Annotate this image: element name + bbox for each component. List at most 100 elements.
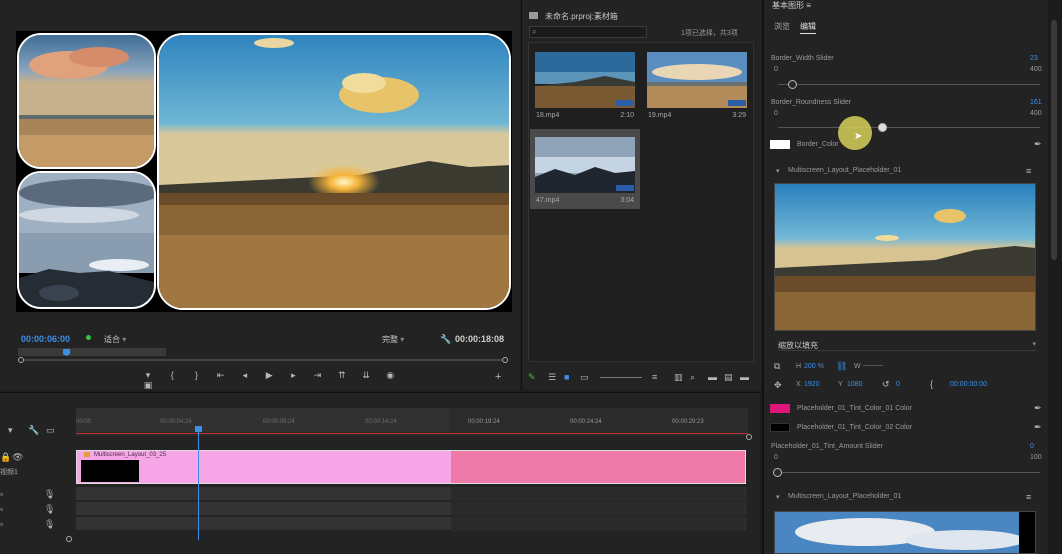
border-width-value[interactable]: 23 <box>1030 55 1038 62</box>
scroll-handle[interactable] <box>746 434 752 440</box>
lift-icon[interactable]: ⇈ <box>334 370 350 380</box>
zoom-slider[interactable] <box>600 377 642 378</box>
placeholder1-title: Multiscreen_Layout_Placeholder_01 <box>788 167 902 174</box>
clip-item-18[interactable]: 18.mp4 2:10 <box>530 44 640 124</box>
playhead-line[interactable] <box>198 428 199 540</box>
audio-track-lock-icon[interactable]: ▫ <box>0 489 3 499</box>
eye-icon[interactable]: 👁 <box>12 452 23 462</box>
eyedropper-icon[interactable]: ✒ <box>1034 139 1042 149</box>
layout-tile-1 <box>17 33 156 169</box>
playhead-handle[interactable] <box>195 426 202 432</box>
menu-icon[interactable]: ≡ <box>1026 492 1031 502</box>
play-icon[interactable]: ▶ <box>261 370 277 380</box>
border-color-swatch[interactable] <box>770 140 790 149</box>
delete-icon[interactable]: ▬ <box>740 372 749 382</box>
audio-track-a3-extent <box>451 517 745 531</box>
w-value-dim[interactable] <box>863 365 883 366</box>
scale-icon: ⧉ <box>774 361 781 371</box>
border-roundness-slider-knob[interactable] <box>877 123 887 132</box>
layout-tile-2 <box>17 171 156 309</box>
step-forward-icon[interactable]: ▸ <box>285 370 301 380</box>
tint-amount-value[interactable]: 0 <box>1030 443 1034 450</box>
mic-icon[interactable]: 🎙 <box>44 489 55 499</box>
marker-icon[interactable]: ▾ <box>140 370 156 380</box>
h-value[interactable]: 200 % <box>804 363 824 370</box>
go-to-in-icon[interactable]: ⇤ <box>213 370 229 380</box>
mouse-cursor-icon: ➤ <box>854 131 863 142</box>
program-scrub-bar[interactable] <box>18 347 508 363</box>
tint-amount-slider-knob[interactable] <box>773 468 782 477</box>
menu-icon[interactable]: ≡ <box>1026 166 1031 176</box>
mic-icon[interactable]: 🎙 <box>44 504 55 514</box>
border-color-label: Border_Color <box>797 141 839 148</box>
wrench-icon[interactable]: 🔧 <box>28 425 39 435</box>
project-bin-area[interactable]: 18.mp4 2:10 19.mp4 3:29 47.mp4 3:04 <box>528 42 754 362</box>
snap-icon[interactable]: ▾ <box>8 425 13 435</box>
placeholder2-title: Multiscreen_Layout_Placeholder_01 <box>788 493 902 500</box>
project-search-input[interactable]: ⌕ <box>529 26 647 38</box>
border-width-label: Border_Width Slider <box>771 55 834 62</box>
automate-icon[interactable]: ▥ <box>674 372 683 382</box>
position-icon: ✥ <box>774 380 782 390</box>
pencil-icon[interactable]: ✎ <box>528 372 536 382</box>
icon-view-icon[interactable]: ■ <box>564 372 569 382</box>
quality-dropdown[interactable]: 完整 <box>382 334 430 345</box>
tint-color-01-swatch[interactable] <box>770 404 790 413</box>
collapse-chevron-icon[interactable]: ▾ <box>776 493 780 501</box>
tint-amount-min: 0 <box>774 454 778 461</box>
rotation-value[interactable]: 0 <box>896 381 900 388</box>
list-view-icon[interactable]: ☰ <box>548 372 556 382</box>
placeholder1-preview[interactable] <box>774 183 1036 331</box>
clip-item-47[interactable]: 47.mp4 3:04 <box>530 129 640 209</box>
current-timecode[interactable]: 00:00:06:00 <box>21 334 70 344</box>
clip-badge-icon <box>616 185 634 191</box>
export-frame-icon[interactable]: ◉ <box>382 370 398 380</box>
extract-icon[interactable]: ⇊ <box>358 370 374 380</box>
freeform-view-icon[interactable]: ▭ <box>580 372 589 382</box>
total-duration: 00:00:18:08 <box>455 334 505 344</box>
border-width-slider-track[interactable] <box>778 84 1040 85</box>
compare-icon[interactable]: ▣ <box>140 380 156 390</box>
find-icon[interactable]: ⌕ <box>690 372 695 382</box>
clip-item-19[interactable]: 19.mp4 3:29 <box>642 44 752 124</box>
placeholder2-preview[interactable] <box>774 511 1036 554</box>
clip-duration: 3:29 <box>732 112 746 119</box>
lock-icon[interactable]: 🔒 <box>0 452 11 462</box>
captions-icon[interactable]: ▭ <box>46 425 55 435</box>
fit-dropdown[interactable]: 适合 <box>104 334 152 345</box>
border-roundness-value[interactable]: 161 <box>1030 99 1042 106</box>
tint-amount-slider-track[interactable] <box>778 472 1040 473</box>
tab-edit[interactable]: 编辑 <box>800 21 816 34</box>
mic-icon[interactable]: 🎙 <box>44 519 55 529</box>
out-point-icon[interactable]: } <box>188 370 204 380</box>
program-video-frame[interactable] <box>16 31 512 312</box>
time-value[interactable]: 00:00:00:00 <box>950 381 987 388</box>
new-bin-icon[interactable]: ▬ <box>708 372 717 382</box>
timeline-zoom-scroll[interactable] <box>66 536 72 542</box>
audio-track-lock-icon[interactable]: ▫ <box>0 504 3 514</box>
new-item-icon[interactable]: ▤ <box>724 372 733 382</box>
go-to-out-icon[interactable]: ⇥ <box>310 370 326 380</box>
add-icon[interactable]: + <box>495 372 501 383</box>
border-roundness-slider-track[interactable] <box>778 127 1040 128</box>
settings-wrench-icon[interactable]: 🔧 <box>440 334 451 345</box>
panel-header[interactable]: 基本图形 ≡ <box>772 0 811 11</box>
tab-browse[interactable]: 浏览 <box>774 21 790 32</box>
chevron-down-icon: ▾ <box>1032 341 1036 348</box>
in-point-icon[interactable]: { <box>164 370 180 380</box>
link-icon[interactable]: ⛓ <box>836 361 847 371</box>
y-value[interactable]: 1080 <box>847 381 863 388</box>
eyedropper-icon[interactable]: ✒ <box>1034 422 1042 432</box>
collapse-chevron-icon[interactable]: ▾ <box>776 167 780 175</box>
fill-mode-dropdown[interactable]: 缩放以填充 ▾ <box>778 340 1036 351</box>
eyedropper-icon[interactable]: ✒ <box>1034 403 1042 413</box>
track-v1-label: 视频1 <box>0 469 18 476</box>
work-area-bar[interactable] <box>76 408 450 432</box>
border-width-min: 0 <box>774 66 778 73</box>
step-back-icon[interactable]: ◂ <box>237 370 253 380</box>
sort-icon[interactable]: ≡ <box>652 372 657 382</box>
panel-scrollbar[interactable] <box>1048 0 1062 554</box>
x-value[interactable]: 1920 <box>804 381 820 388</box>
tint-color-02-swatch[interactable] <box>770 423 790 432</box>
audio-track-lock-icon[interactable]: ▫ <box>0 519 3 529</box>
